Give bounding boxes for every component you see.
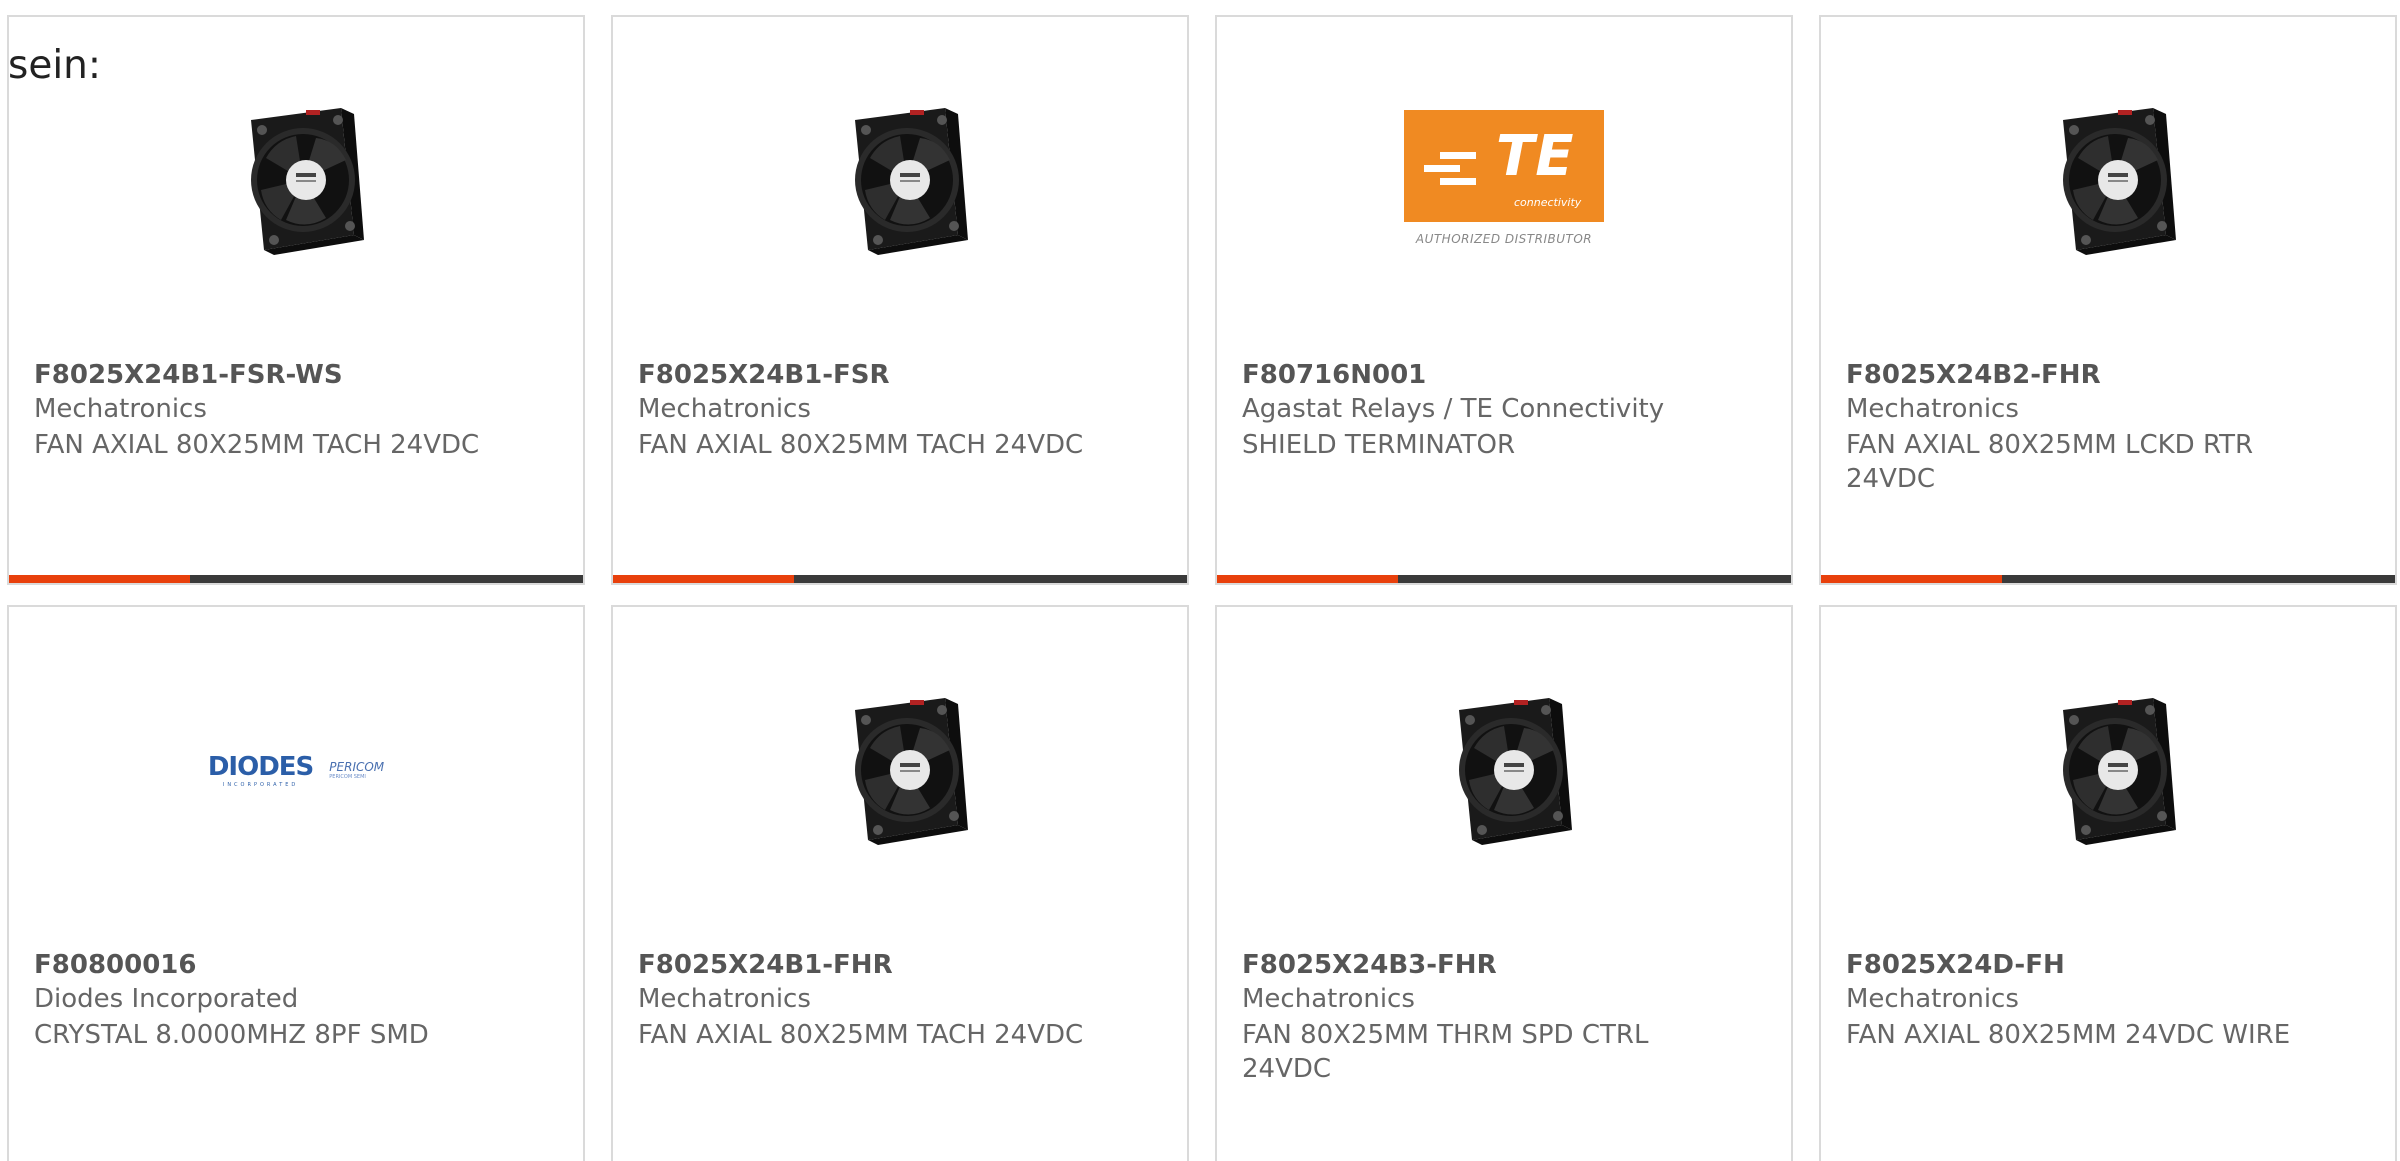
- fan-image: [1459, 697, 1572, 845]
- part-number[interactable]: F8025X24B1-FHR: [638, 950, 893, 980]
- part-number[interactable]: F8025X24B2-FHR: [1846, 360, 2101, 390]
- product-card[interactable]: DIODES INCORPORATED PERICOM PERICOM SEMI…: [7, 605, 585, 1161]
- fan-image: [251, 107, 364, 255]
- product-card[interactable]: F8025X24B1-FSR-WS Mechatronics FAN AXIAL…: [7, 15, 585, 585]
- manufacturer: Mechatronics: [638, 394, 811, 424]
- card-bar: [613, 575, 1187, 583]
- manufacturer: Mechatronics: [1242, 984, 1415, 1014]
- pericom-logo-word: PERICOM: [329, 759, 385, 774]
- product-card[interactable]: TE connectivity AUTHORIZED DISTRIBUTOR F…: [1215, 15, 1793, 585]
- manufacturer: Agastat Relays / TE Connectivity: [1242, 394, 1665, 424]
- te-logo-caption: AUTHORIZED DISTRIBUTOR: [1415, 231, 1593, 246]
- fan-image: [855, 107, 968, 255]
- fan-image: [2063, 107, 2176, 255]
- te-logo-box: TE connectivity: [1404, 109, 1604, 222]
- card-bar-accent: [1217, 575, 1398, 583]
- te-lines-icon: [1424, 151, 1476, 185]
- te-connectivity-logo: TE connectivity AUTHORIZED DISTRIBUTOR: [1404, 109, 1604, 250]
- product-image[interactable]: [1821, 92, 2395, 267]
- product-grid-page: sein: F8025X24B1-FSR-WS Mechatronics FAN…: [0, 0, 2400, 1161]
- product-image[interactable]: [1217, 682, 1791, 857]
- product-card[interactable]: F8025X24B2-FHR Mechatronics FAN AXIAL 80…: [1819, 15, 2397, 585]
- card-bar: [1217, 575, 1791, 583]
- pericom-logo: PERICOM PERICOM SEMI: [329, 760, 384, 780]
- part-number[interactable]: F8025X24B1-FSR-WS: [34, 360, 343, 390]
- product-card[interactable]: F8025X24D-FH Mechatronics FAN AXIAL 80X2…: [1819, 605, 2397, 1161]
- description: FAN 80X25MM THRM SPD CTRL 24VDC: [1242, 1020, 1649, 1084]
- product-image[interactable]: DIODES INCORPORATED PERICOM PERICOM SEMI: [9, 682, 583, 857]
- product-image[interactable]: [613, 92, 1187, 267]
- fan-image: [855, 697, 968, 845]
- diodes-logo-mark: DIODES INCORPORATED: [207, 751, 314, 788]
- diodes-logo-tag: INCORPORATED: [222, 781, 299, 788]
- description: FAN AXIAL 80X25MM TACH 24VDC: [638, 1020, 1084, 1050]
- description: SHIELD TERMINATOR: [1242, 430, 1516, 460]
- product-image[interactable]: [9, 92, 583, 267]
- part-number[interactable]: F80716N001: [1242, 360, 1426, 390]
- product-image[interactable]: TE connectivity AUTHORIZED DISTRIBUTOR: [1217, 92, 1791, 267]
- manufacturer: Diodes Incorporated: [34, 984, 299, 1014]
- product-image[interactable]: [613, 682, 1187, 857]
- card-bar-accent: [9, 575, 190, 583]
- diodes-logo-word: DIODES: [207, 751, 314, 782]
- description: CRYSTAL 8.0000MHZ 8PF SMD: [34, 1020, 429, 1050]
- part-number[interactable]: F8025X24B1-FSR: [638, 360, 890, 390]
- manufacturer: Mechatronics: [1846, 984, 2019, 1014]
- product-card[interactable]: F8025X24B1-FHR Mechatronics FAN AXIAL 80…: [611, 605, 1189, 1161]
- te-logo-sub: connectivity: [1514, 195, 1582, 209]
- product-card[interactable]: F8025X24B1-FSR Mechatronics FAN AXIAL 80…: [611, 15, 1189, 585]
- manufacturer: Mechatronics: [638, 984, 811, 1014]
- manufacturer: Mechatronics: [1846, 394, 2019, 424]
- part-number[interactable]: F8025X24D-FH: [1846, 950, 2065, 980]
- pericom-logo-tag: PERICOM SEMI: [329, 773, 366, 780]
- card-bar: [9, 575, 583, 583]
- description: FAN AXIAL 80X25MM 24VDC WIRE: [1846, 1020, 2291, 1050]
- te-logo-word: TE: [1496, 123, 1575, 189]
- fan-image: [2063, 697, 2176, 845]
- manufacturer: Mechatronics: [34, 394, 207, 424]
- part-number[interactable]: F8025X24B3-FHR: [1242, 950, 1497, 980]
- card-bar-accent: [613, 575, 794, 583]
- card-bar: [1821, 575, 2395, 583]
- intro-text: sein:: [8, 43, 102, 88]
- description: FAN AXIAL 80X25MM LCKD RTR 24VDC: [1846, 430, 2254, 494]
- diodes-logo: DIODES INCORPORATED PERICOM PERICOM SEMI: [208, 752, 384, 788]
- product-image[interactable]: [1821, 682, 2395, 857]
- part-number[interactable]: F80800016: [34, 950, 197, 980]
- product-card[interactable]: F8025X24B3-FHR Mechatronics FAN 80X25MM …: [1215, 605, 1793, 1161]
- description: FAN AXIAL 80X25MM TACH 24VDC: [638, 430, 1084, 460]
- card-bar-accent: [1821, 575, 2002, 583]
- description: FAN AXIAL 80X25MM TACH 24VDC: [34, 430, 480, 460]
